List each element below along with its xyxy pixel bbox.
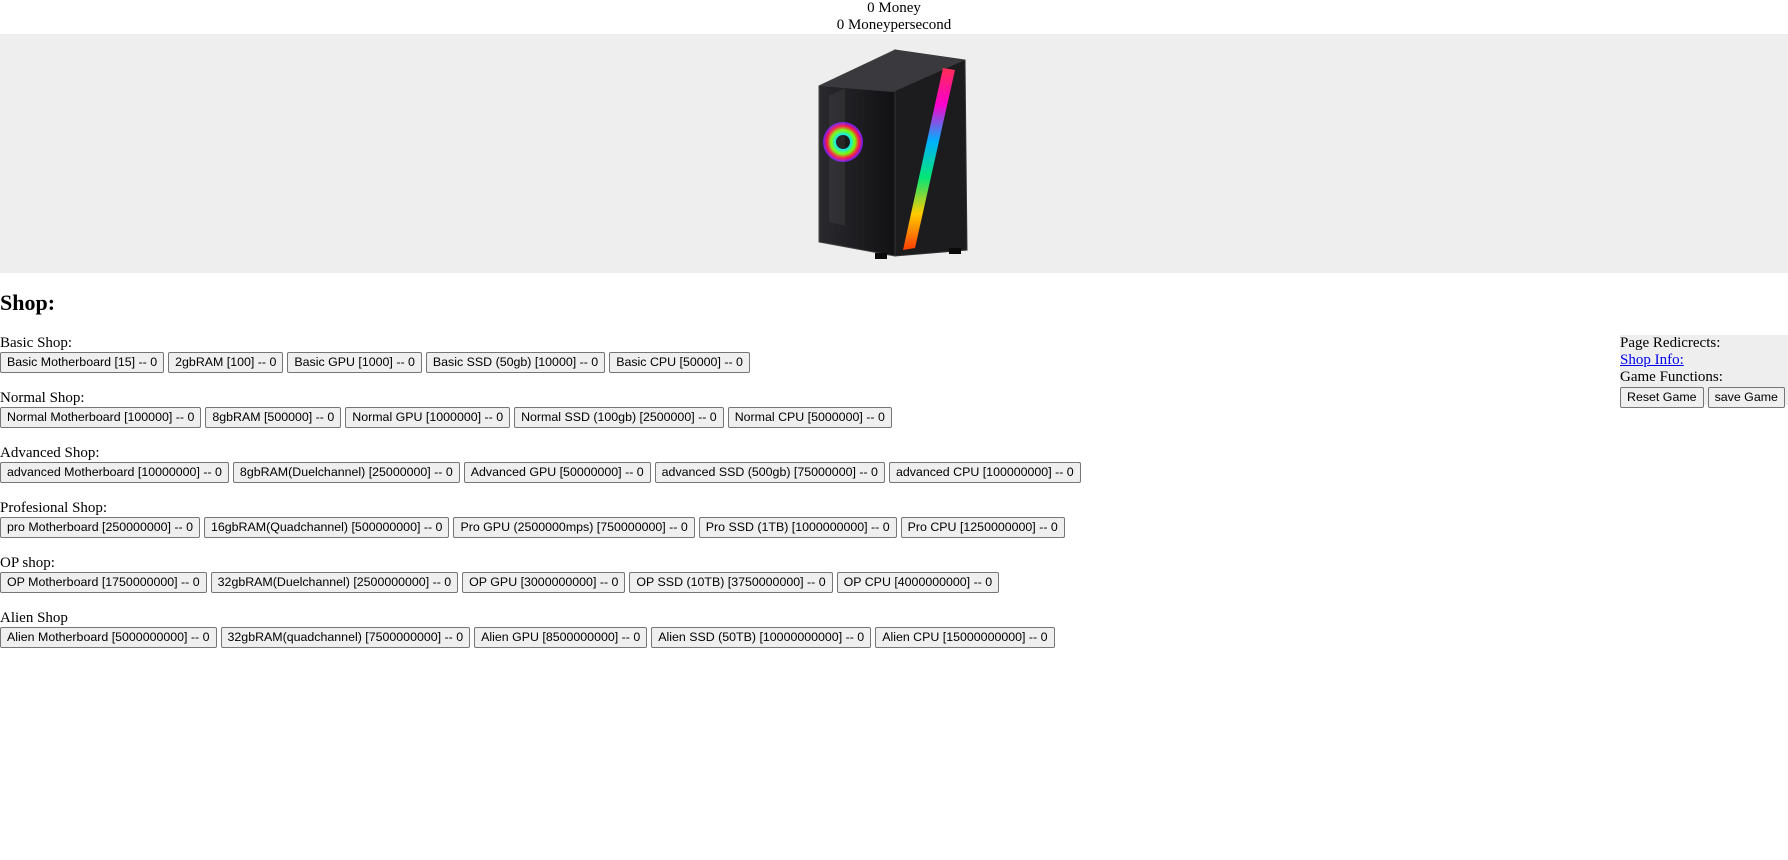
reset-game-button[interactable]: Reset Game bbox=[1620, 387, 1704, 408]
shop-label: Alien Shop bbox=[0, 610, 68, 626]
buy-op-motherboard-button[interactable]: OP Motherboard [1750000000] -- 0 bbox=[0, 572, 207, 593]
shop-title: Shop: bbox=[0, 290, 56, 315]
buy-pro-motherboard-button[interactable]: pro Motherboard [250000000] -- 0 bbox=[0, 517, 200, 538]
shop-label: Profesional Shop: bbox=[0, 500, 108, 516]
buy-basic-gpu-button[interactable]: Basic GPU [1000] -- 0 bbox=[287, 352, 422, 373]
shop-section-op: OP shop: OP Motherboard [1750000000] -- … bbox=[0, 555, 1081, 593]
buy-basic-motherboard-button[interactable]: Basic Motherboard [15] -- 0 bbox=[0, 352, 165, 373]
buy-normal-gpu-button[interactable]: Normal GPU [1000000] -- 0 bbox=[345, 407, 511, 428]
buy-normal-motherboard-button[interactable]: Normal Motherboard [100000] -- 0 bbox=[0, 407, 202, 428]
shop-label: Basic Shop: bbox=[0, 335, 73, 351]
buy-pro-ram-button[interactable]: 16gbRAM(Quadchannel) [500000000] -- 0 bbox=[203, 517, 450, 538]
buy-alien-gpu-button[interactable]: Alien GPU [8500000000] -- 0 bbox=[474, 627, 648, 648]
shop-info-link[interactable]: Shop Info: bbox=[1620, 352, 1684, 368]
page-redirects-label: Page Redicrects: bbox=[1620, 335, 1721, 351]
gaming-pc-case-icon bbox=[818, 49, 968, 259]
buy-alien-motherboard-button[interactable]: Alien Motherboard [5000000000] -- 0 bbox=[0, 627, 217, 648]
shop-section-professional: Profesional Shop: pro Motherboard [25000… bbox=[0, 500, 1081, 538]
buy-advanced-motherboard-button[interactable]: advanced Motherboard [10000000] -- 0 bbox=[0, 462, 229, 483]
side-panel: Page Redicrects: Shop Info: Game Functio… bbox=[1620, 335, 1788, 408]
buy-pro-gpu-button[interactable]: Pro GPU (2500000mps) [750000000] -- 0 bbox=[453, 517, 695, 538]
clicker-area bbox=[0, 34, 1788, 273]
stats-panel: 0 Money 0 Moneypersecond bbox=[0, 0, 1788, 34]
buy-normal-cpu-button[interactable]: Normal CPU [5000000] -- 0 bbox=[727, 407, 892, 428]
money-per-second-counter: 0 Moneypersecond bbox=[836, 17, 952, 33]
buy-basic-ssd-button[interactable]: Basic SSD (50gb) [10000] -- 0 bbox=[425, 352, 606, 373]
shop-section-normal: Normal Shop: Normal Motherboard [100000]… bbox=[0, 390, 1081, 428]
buy-advanced-ssd-button[interactable]: advanced SSD (500gb) [75000000] -- 0 bbox=[654, 462, 885, 483]
shop-sections: Basic Shop: Basic Motherboard [15] -- 0 … bbox=[0, 335, 1081, 665]
buy-advanced-gpu-button[interactable]: Advanced GPU [50000000] -- 0 bbox=[463, 462, 651, 483]
buy-op-ram-button[interactable]: 32gbRAM(Duelchannel) [2500000000] -- 0 bbox=[210, 572, 459, 593]
buy-op-cpu-button[interactable]: OP CPU [4000000000] -- 0 bbox=[836, 572, 1000, 593]
shop-section-basic: Basic Shop: Basic Motherboard [15] -- 0 … bbox=[0, 335, 1081, 373]
buy-advanced-ram-button[interactable]: 8gbRAM(Duelchannel) [25000000] -- 0 bbox=[232, 462, 460, 483]
shop-label: Normal Shop: bbox=[0, 390, 85, 406]
buy-pro-ssd-button[interactable]: Pro SSD (1TB) [1000000000] -- 0 bbox=[698, 517, 897, 538]
buy-alien-cpu-button[interactable]: Alien CPU [15000000000] -- 0 bbox=[875, 627, 1055, 648]
buy-alien-ssd-button[interactable]: Alien SSD (50TB) [10000000000] -- 0 bbox=[651, 627, 872, 648]
shop-section-advanced: Advanced Shop: advanced Motherboard [100… bbox=[0, 445, 1081, 483]
shop-label: OP shop: bbox=[0, 555, 55, 571]
buy-basic-cpu-button[interactable]: Basic CPU [50000] -- 0 bbox=[609, 352, 750, 373]
buy-normal-ram-button[interactable]: 8gbRAM [500000] -- 0 bbox=[205, 407, 342, 428]
game-functions-label: Game Functions: bbox=[1620, 369, 1723, 385]
buy-basic-ram-button[interactable]: 2gbRAM [100] -- 0 bbox=[168, 352, 284, 373]
buy-op-ssd-button[interactable]: OP SSD (10TB) [3750000000] -- 0 bbox=[629, 572, 833, 593]
buy-normal-ssd-button[interactable]: Normal SSD (100gb) [2500000] -- 0 bbox=[514, 407, 724, 428]
money-counter: 0 Money bbox=[867, 0, 921, 16]
shop-label: Advanced Shop: bbox=[0, 445, 100, 461]
save-game-button[interactable]: save Game bbox=[1707, 387, 1785, 408]
shop-section-alien: Alien Shop Alien Motherboard [5000000000… bbox=[0, 610, 1081, 648]
buy-pro-cpu-button[interactable]: Pro CPU [1250000000] -- 0 bbox=[900, 517, 1065, 538]
buy-advanced-cpu-button[interactable]: advanced CPU [100000000] -- 0 bbox=[888, 462, 1081, 483]
buy-alien-ram-button[interactable]: 32gbRAM(quadchannel) [7500000000] -- 0 bbox=[220, 627, 471, 648]
pc-clicker-button[interactable] bbox=[815, 46, 975, 264]
buy-op-gpu-button[interactable]: OP GPU [3000000000] -- 0 bbox=[462, 572, 626, 593]
